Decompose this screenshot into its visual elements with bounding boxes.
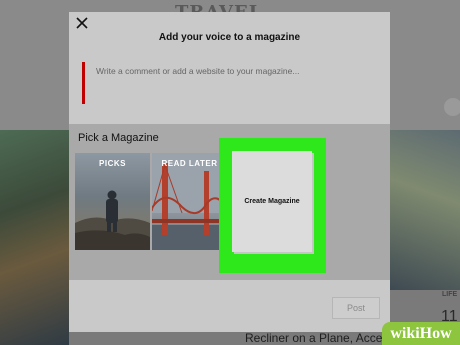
wikihow-watermark: wikiHow [382, 322, 460, 345]
background-story-headline: Recliner on a Plane, Acce [245, 331, 383, 345]
picks-label: PICKS [99, 159, 126, 168]
background-circle-icon [444, 98, 460, 116]
background-right-image [390, 130, 460, 290]
read-later-label: READ LATER [161, 159, 218, 168]
background-side-label: LIFE [442, 291, 458, 298]
comment-accent-bar [82, 62, 85, 104]
close-icon-glyph [76, 17, 88, 29]
pick-magazine-heading: Pick a Magazine [78, 132, 159, 144]
post-button[interactable]: Post [332, 297, 380, 319]
create-magazine-button[interactable]: Create Magazine [232, 151, 312, 252]
magazine-tile-picks[interactable]: PICKS [75, 153, 150, 250]
create-magazine-label: Create Magazine [244, 198, 300, 205]
magazine-dialog: Add your voice to a magazine Write a com… [69, 12, 390, 332]
magazine-tile-read-later[interactable]: READ LATER [152, 153, 227, 250]
comment-input[interactable]: Write a comment or add a website to your… [82, 60, 377, 106]
comment-placeholder: Write a comment or add a website to your… [96, 66, 300, 76]
dialog-title: Add your voice to a magazine [158, 32, 301, 43]
close-icon[interactable] [75, 16, 89, 30]
background-left-image [0, 130, 69, 345]
create-magazine-highlight: Create Magazine [219, 138, 326, 273]
pick-magazine-section: Pick a Magazine PICKS READ LATER Create … [69, 124, 390, 280]
